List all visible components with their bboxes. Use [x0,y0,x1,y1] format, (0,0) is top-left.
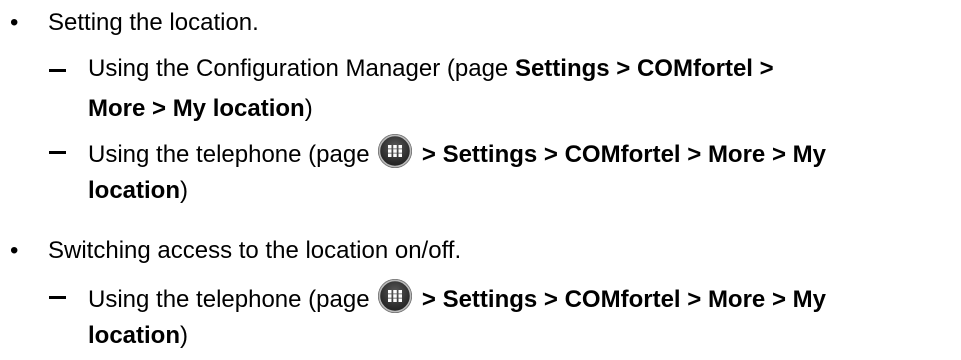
sub-item-line-1: Using the Configuration Manager (page Se… [88,52,774,86]
app-drawer-icon [378,134,413,168]
menu-path-text: > Settings > COMfortel > More > My [415,141,826,168]
bullet-icon: • [10,9,19,36]
sub-item-text: ) [180,177,189,204]
document-body: • Setting the location. Using the Config… [0,0,961,360]
sub-item-text: ) [180,322,189,349]
menu-path-text: location [88,177,181,204]
list-item-text: Setting the location. [48,9,259,36]
sub-item-text: ) [304,95,313,122]
sub-item-text: Using the telephone (page [88,286,377,313]
app-drawer-icon [378,279,413,313]
menu-path-text: location [88,322,181,349]
sub-item-line-2: More > My location) [88,92,313,126]
sub-item-line-2: location) [88,174,188,208]
sub-item-line-1: Using the telephone (page > Settings > C… [88,134,826,172]
bullet-icon: • [10,237,19,264]
menu-path-text: Settings > COMfortel > [514,55,774,82]
sub-item-line-1: Using the telephone (page > Settings > C… [88,279,826,317]
list-item-setting-location: • Setting the location. [0,6,961,40]
sub-list-item-telephone: Using the telephone (page > Settings > C… [0,279,961,357]
list-item-text: Switching access to the location on/off. [48,237,462,264]
sub-item-line-2: location) [88,319,188,353]
menu-path-text: More > My location [88,95,305,122]
sub-item-text: Using the telephone (page [88,141,377,168]
dash-icon [49,52,66,86]
sub-item-text: Using the Configuration Manager (page [88,55,515,82]
sub-list-item-config-manager: Using the Configuration Manager (page Se… [0,52,961,130]
sub-list-item-telephone: Using the telephone (page > Settings > C… [0,134,961,212]
list-item-switching-access: • Switching access to the location on/of… [0,234,961,268]
menu-path-text: > Settings > COMfortel > More > My [415,286,826,313]
dash-icon [49,134,66,168]
dash-icon [49,279,66,313]
